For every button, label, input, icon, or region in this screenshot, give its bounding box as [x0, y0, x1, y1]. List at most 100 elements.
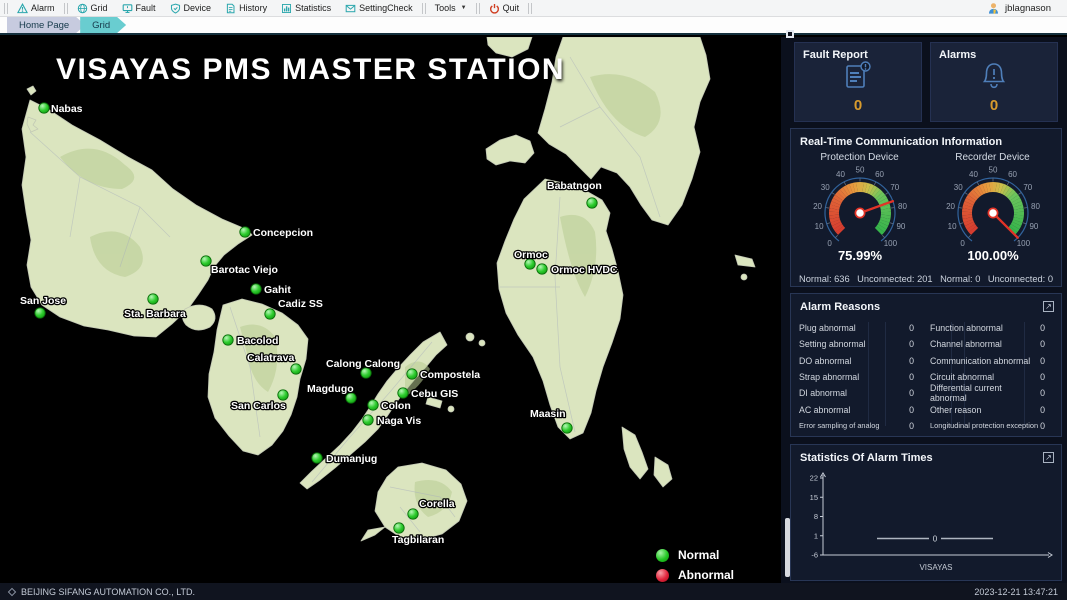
svg-text:0: 0: [933, 535, 938, 544]
alarm-times-chart: 221581-60VISAYAS: [791, 469, 1061, 579]
reason-row-plug-abnormal: Plug abnormal0: [799, 320, 922, 336]
reason-label: Setting abnormal: [799, 339, 866, 349]
toolbar-item-quit[interactable]: Quit: [482, 0, 527, 16]
toolbar-item-settingcheck[interactable]: SettingCheck: [338, 0, 420, 16]
station-cadiz-ss[interactable]: Cadiz SS: [265, 298, 323, 319]
reason-row-differential-current-abnormal: Differential current abnormal0: [930, 385, 1053, 401]
toolbar-separator: [528, 3, 532, 14]
toolbar-item-label: Tools: [435, 3, 456, 13]
reason-row-other-reason: Other reason 0: [930, 401, 1053, 417]
warning-triangle-icon: [17, 3, 28, 14]
fault-report-icon: [843, 60, 873, 92]
station-calong-calong[interactable]: Calong Calong: [326, 358, 400, 378]
pms-master-station-window: AlarmGridFaultDeviceHistoryStatisticsSet…: [0, 0, 1067, 600]
svg-text:1: 1: [814, 531, 818, 540]
station-magdugo[interactable]: Magdugo: [307, 383, 356, 403]
toolbar-item-history[interactable]: History: [218, 0, 274, 16]
alarms-card[interactable]: Alarms 0: [930, 42, 1058, 122]
toolbar-item-label: Quit: [503, 3, 520, 13]
reason-count: 0: [909, 388, 922, 398]
toolbar-item-grid[interactable]: Grid: [70, 0, 115, 16]
gauge-dial: 010203040506070809010075.99%: [796, 163, 924, 267]
svg-text:50: 50: [988, 166, 997, 175]
station-gahit[interactable]: Gahit: [251, 284, 292, 296]
alarm-reasons-panel: Alarm Reasons Plug abnormal0Setting abno…: [790, 293, 1062, 437]
svg-text:20: 20: [813, 202, 822, 211]
user-info[interactable]: jblagnason: [987, 2, 1051, 15]
reason-label: DI abnormal: [799, 388, 847, 398]
reason-label: Channel abnormal: [930, 339, 1002, 349]
reason-row-setting-abnormal: Setting abnormal0: [799, 336, 922, 352]
bar-chart-icon: [281, 3, 292, 14]
communication-stats: Normal: 636Unconnected: 201Normal: 0Unco…: [791, 272, 1061, 284]
reason-label: Strap abnormal: [799, 372, 859, 382]
legend-row-normal: Normal: [656, 548, 734, 562]
user-avatar-icon: [987, 2, 1000, 15]
stat-normal: Normal: 0: [940, 274, 980, 284]
legend-label: Normal: [678, 548, 719, 562]
station-label: Gahit: [264, 284, 291, 296]
station-cebu-gis[interactable]: Cebu GIS: [398, 388, 458, 400]
svg-text:-6: -6: [811, 551, 818, 560]
toolbar-item-tools[interactable]: Tools▼: [428, 0, 474, 16]
globe-icon: [77, 3, 88, 14]
company-logo-icon: [8, 587, 16, 595]
station-label: Ormoc: [514, 249, 548, 261]
map-viewport[interactable]: NabasConcepcionBarotac ViejoGahitCadiz S…: [0, 37, 781, 583]
svg-text:80: 80: [898, 202, 907, 211]
station-label: Nabas: [51, 103, 83, 115]
station-label: Dumanjug: [326, 453, 377, 465]
reason-count: 0: [909, 421, 922, 431]
fault-report-card[interactable]: Fault Report 0: [794, 42, 922, 122]
alarm-reasons-expand-icon[interactable]: [1043, 301, 1054, 312]
svg-text:70: 70: [1023, 183, 1032, 192]
reason-row-error-sampling-of-analog: Error sampling of analog0: [799, 418, 922, 434]
toolbar-item-statistics[interactable]: Statistics: [274, 0, 338, 16]
summary-cards: Fault Report 0 Alarms: [794, 42, 1058, 122]
reason-label: Function abnormal: [930, 323, 1003, 333]
station-label: Sta. Barbara: [124, 308, 186, 320]
svg-text:20: 20: [946, 202, 955, 211]
reason-count: 0: [1040, 323, 1053, 333]
alarm-statistics-expand-icon[interactable]: [1043, 452, 1054, 463]
reason-count: 0: [1040, 405, 1053, 415]
stat-unconnected: Unconnected: 0: [988, 274, 1053, 284]
toolbar-item-alarm[interactable]: Alarm: [10, 0, 62, 16]
legend-label: Abnormal: [678, 568, 734, 582]
station-label: Calatrava: [247, 352, 294, 364]
tab-home-page[interactable]: Home Page: [7, 17, 85, 33]
company-name: BEIJING SIFANG AUTOMATION CO., LTD.: [21, 587, 195, 597]
fault-report-count: 0: [795, 97, 921, 114]
islet-olango: [448, 406, 454, 412]
reason-count: 0: [1040, 372, 1053, 382]
legend-dot-normal: [656, 549, 669, 562]
reason-count: 0: [1040, 339, 1053, 349]
svg-text:70: 70: [890, 183, 899, 192]
gauge-device-label: Recorder Device: [928, 152, 1058, 163]
station-nabas[interactable]: Nabas: [39, 103, 83, 115]
svg-text:60: 60: [875, 170, 884, 179]
main-area: NabasConcepcionBarotac ViejoGahitCadiz S…: [0, 37, 1067, 583]
station-label: Colon: [381, 400, 411, 412]
panel-collapse-icon[interactable]: [786, 30, 794, 38]
toolbar-item-label: Grid: [91, 3, 108, 13]
gauge-device-label: Protection Device: [795, 152, 925, 163]
island-biliran: [486, 135, 534, 165]
realtime-communication-panel: Real-Time Communication Information Prot…: [790, 128, 1062, 287]
gauge-recorder-device: Recorder Device0102030405060708090100100…: [928, 151, 1058, 272]
toolbar-separator: [4, 3, 8, 14]
station-label: Bacolod: [237, 335, 278, 347]
islet-boracay: [27, 86, 36, 95]
station-label: Barotac Viejo: [211, 264, 278, 276]
toolbar-separator: [476, 3, 480, 14]
gauges-row: Protection Device01020304050607080901007…: [791, 151, 1061, 272]
reason-label: Other reason: [930, 405, 981, 415]
tab-grid[interactable]: Grid: [80, 17, 126, 33]
station-label: Tagbilaran: [392, 534, 444, 546]
toolbar-item-device[interactable]: Device: [163, 0, 219, 16]
station-colon[interactable]: Colon: [368, 400, 411, 412]
islet-camotes-1: [466, 333, 474, 341]
chart-x-label: VISAYAS: [919, 563, 952, 572]
toolbar-item-fault[interactable]: Fault: [115, 0, 163, 16]
station-label: Compostela: [420, 369, 480, 381]
